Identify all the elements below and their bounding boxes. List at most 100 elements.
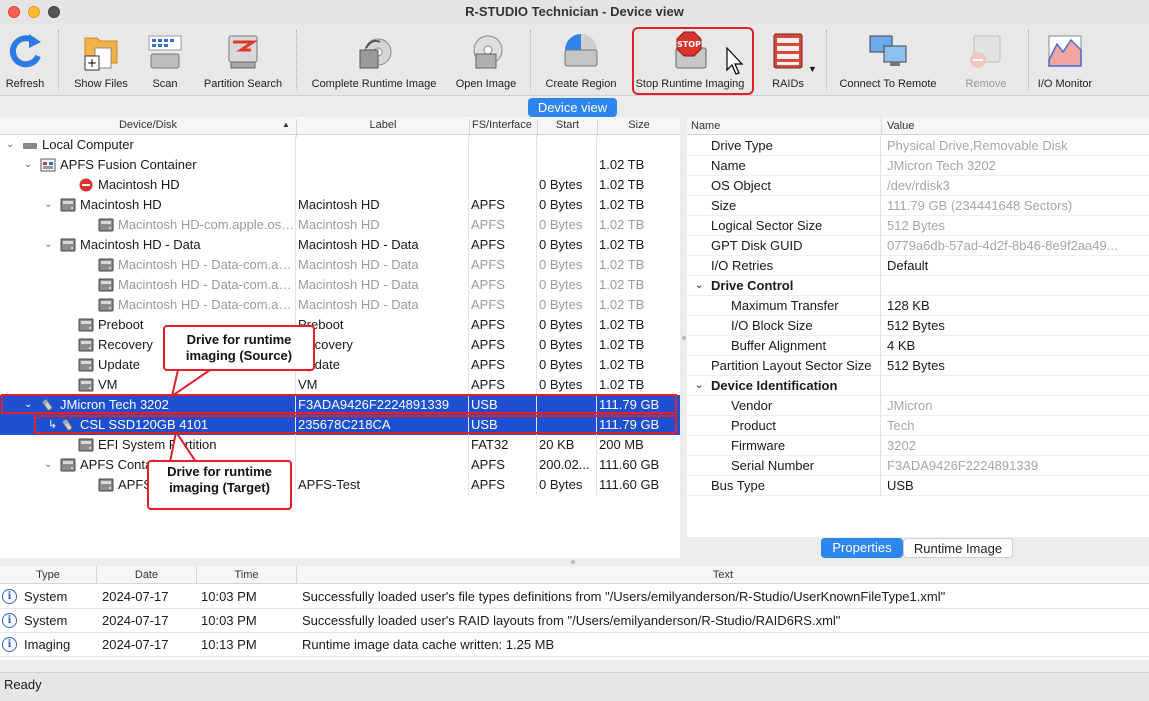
create-region-button[interactable]: Create Region bbox=[540, 26, 622, 94]
open-image-button[interactable]: Open Image bbox=[448, 26, 524, 94]
column-name[interactable]: Name bbox=[691, 120, 720, 132]
tab-runtime-image[interactable]: Runtime Image bbox=[903, 538, 1013, 558]
column-start[interactable]: Start bbox=[538, 119, 597, 131]
disk-drive-icon bbox=[60, 195, 76, 215]
create-region-icon bbox=[564, 34, 598, 67]
tree-row[interactable]: ⌄ APFS Container APFS 200.02... 111.60 GB bbox=[0, 455, 680, 475]
property-row[interactable]: Buffer Alignment 4 KB bbox=[687, 336, 1149, 356]
runtime-image-icon bbox=[359, 38, 392, 69]
property-value: 0779a6db-57ad-4d2f-8b46-8e9f2aa49... bbox=[887, 238, 1118, 253]
tree-row[interactable]: Macintosh HD - Data-com.ap... Macintosh H… bbox=[0, 275, 680, 295]
scan-button[interactable]: Scan bbox=[140, 26, 190, 94]
log-row[interactable]: i Imaging 2024-07-17 10:13 PM Runtime image … bbox=[0, 633, 1149, 657]
minimize-window-button[interactable] bbox=[28, 6, 40, 18]
property-row[interactable]: Size 111.79 GB (234441648 Sectors) bbox=[687, 196, 1149, 216]
tree-row[interactable]: Preboot Preboot APFS 0 Bytes 1.02 TB bbox=[0, 315, 680, 335]
chevron-down-icon[interactable]: ⌄ bbox=[695, 376, 703, 396]
tree-row[interactable]: Update Update APFS 0 Bytes 1.02 TB bbox=[0, 355, 680, 375]
chevron-down-icon[interactable]: ⌄ bbox=[6, 135, 14, 155]
computer-drive-icon bbox=[22, 135, 38, 155]
show-files-button[interactable]: + Show Files bbox=[66, 26, 136, 94]
column-fs-interface[interactable]: FS/Interface bbox=[472, 119, 536, 131]
tree-row[interactable]: Macintosh HD - Data-com.ap... Macintosh H… bbox=[0, 295, 680, 315]
tree-row[interactable]: VM VM APFS 0 Bytes 1.02 TB bbox=[0, 375, 680, 395]
log-text: Successfully loaded user's RAID layouts … bbox=[302, 613, 841, 628]
tab-properties[interactable]: Properties bbox=[821, 538, 903, 558]
device-size: 1.02 TB bbox=[599, 317, 645, 332]
refresh-button[interactable]: Refresh bbox=[0, 26, 50, 94]
property-row[interactable]: Drive Type Physical Drive,Removable Disk bbox=[687, 136, 1149, 156]
device-label: Macintosh HD bbox=[298, 215, 469, 235]
tree-row[interactable]: APFS-TestAPFS-TestAPFS0 Bytes111.60 GB bbox=[0, 475, 680, 495]
device-label: APFS-Test bbox=[298, 475, 469, 495]
properties-panel: Name Value Drive Type Physical Drive,Remo… bbox=[687, 117, 1149, 537]
log-column-date[interactable]: Date bbox=[97, 569, 196, 581]
raids-dropdown-chevron-icon[interactable]: ▼ bbox=[808, 64, 817, 74]
tree-row[interactable]: ⌄ APFS Fusion Container 1.02 TB bbox=[0, 155, 680, 175]
chevron-down-icon[interactable]: ⌄ bbox=[695, 276, 703, 296]
tree-row[interactable]: Recovery Recovery APFS 0 Bytes 1.02 TB bbox=[0, 335, 680, 355]
property-row[interactable]: Vendor JMicron bbox=[687, 396, 1149, 416]
log-time: 10:03 PM bbox=[201, 589, 257, 604]
device-name: Macintosh HD bbox=[98, 175, 296, 195]
device-fs: APFS bbox=[471, 355, 537, 375]
tree-row[interactable]: Macintosh HD 0 Bytes 1.02 TB bbox=[0, 175, 680, 195]
disk-drive-icon bbox=[60, 235, 76, 255]
log-column-text[interactable]: Text bbox=[297, 569, 1149, 581]
close-window-button[interactable] bbox=[8, 6, 20, 18]
tree-row[interactable]: Macintosh HD - Data-com.ap... Macintosh H… bbox=[0, 255, 680, 275]
device-label bbox=[298, 175, 469, 195]
property-value: JMicron bbox=[887, 398, 933, 413]
property-row[interactable]: Maximum Transfer 128 KB bbox=[687, 296, 1149, 316]
log-row[interactable]: i System 2024-07-17 10:03 PM Successfully lo… bbox=[0, 585, 1149, 609]
device-size: 111.60 GB bbox=[599, 477, 660, 492]
disk-drive-icon bbox=[78, 315, 94, 335]
log-column-time[interactable]: Time bbox=[197, 569, 296, 581]
property-row[interactable]: Bus Type USB bbox=[687, 476, 1149, 496]
column-device-disk[interactable]: Device/Disk bbox=[0, 119, 296, 131]
property-row[interactable]: OS Object/dev/rdisk3 bbox=[687, 176, 1149, 196]
chevron-down-icon[interactable]: ⌄ bbox=[44, 235, 52, 255]
property-row[interactable]: I/O Block Size 512 Bytes bbox=[687, 316, 1149, 336]
tree-row[interactable]: ⌄ Macintosh HD Macintosh HD APFS 0 Bytes 1.02… bbox=[0, 195, 680, 215]
tree-row[interactable]: ⌄ Macintosh HD - Data Macintosh HD - Data A… bbox=[0, 235, 680, 255]
tree-row[interactable]: ⌄ Local Computer bbox=[0, 135, 680, 155]
property-value: Physical Drive,Removable Disk bbox=[887, 138, 1068, 153]
column-value[interactable]: Value bbox=[887, 120, 914, 132]
connect-to-remote-button[interactable]: Connect To Remote bbox=[836, 26, 940, 94]
remove-button[interactable]: Remove bbox=[950, 26, 1022, 94]
column-label[interactable]: Label bbox=[297, 119, 469, 131]
property-group[interactable]: ⌄ Device Identification bbox=[687, 376, 1149, 396]
property-row[interactable]: I/O Retries Default bbox=[687, 256, 1149, 276]
device-fs: APFS bbox=[471, 215, 537, 235]
remove-icon bbox=[970, 35, 1001, 68]
device-label bbox=[298, 435, 469, 455]
raids-button[interactable]: RAIDs bbox=[762, 26, 814, 94]
tree-row[interactable]: EFI System Partition FAT32 20 KB 200 MB bbox=[0, 435, 680, 455]
column-size[interactable]: Size bbox=[598, 119, 680, 131]
fusion-drive-icon bbox=[40, 155, 56, 175]
property-row[interactable]: Serial Number F3ADA9426F2224891339 bbox=[687, 456, 1149, 476]
zoom-window-button[interactable] bbox=[48, 6, 60, 18]
complete-runtime-image-button[interactable]: Complete Runtime Image bbox=[304, 26, 444, 94]
io-monitor-button[interactable]: I/O Monitor bbox=[1034, 26, 1096, 94]
partition-search-button[interactable]: Partition Search bbox=[198, 26, 288, 94]
log-row[interactable]: i System 2024-07-17 10:03 PM Successfully lo… bbox=[0, 609, 1149, 633]
property-row[interactable]: GPT Disk GUID 0779a6db-57ad-4d2f-8b46-8e9… bbox=[687, 236, 1149, 256]
property-row[interactable]: Product Tech bbox=[687, 416, 1149, 436]
chevron-down-icon[interactable]: ⌄ bbox=[44, 195, 52, 215]
property-name: Size bbox=[711, 198, 737, 213]
log-column-type[interactable]: Type bbox=[0, 569, 96, 581]
property-value: Tech bbox=[887, 418, 915, 433]
tree-header: Device/Disk ▲ Label FS/Interface Start S… bbox=[0, 117, 680, 137]
property-group[interactable]: ⌄ Drive Control bbox=[687, 276, 1149, 296]
tree-row[interactable]: Macintosh HD-com.apple.os.... Macintosh H… bbox=[0, 215, 680, 235]
property-row[interactable]: Partition Layout Sector Size 512 Bytes bbox=[687, 356, 1149, 376]
device-fs: APFS bbox=[471, 335, 537, 355]
property-row[interactable]: Name JMicron Tech 3202 bbox=[687, 156, 1149, 176]
property-row[interactable]: Firmware 3202 bbox=[687, 436, 1149, 456]
chevron-down-icon[interactable]: ⌄ bbox=[24, 155, 32, 175]
property-row[interactable]: Logical Sector Size 512 Bytes bbox=[687, 216, 1149, 236]
target-row-highlight bbox=[34, 415, 677, 434]
chevron-down-icon[interactable]: ⌄ bbox=[44, 455, 52, 475]
